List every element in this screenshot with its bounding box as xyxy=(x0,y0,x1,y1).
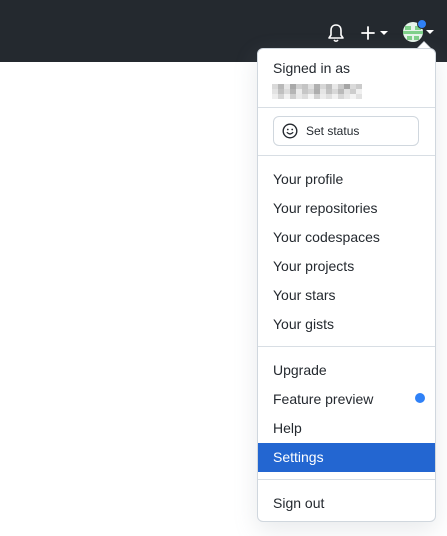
menu-item-your-profile[interactable]: Your profile xyxy=(258,165,435,194)
username-redacted xyxy=(272,82,364,100)
avatar xyxy=(403,19,427,42)
menu-item-help[interactable]: Help xyxy=(258,414,435,443)
chevron-down-icon xyxy=(380,31,388,35)
menu-divider xyxy=(258,479,435,480)
set-status-button[interactable]: Set status xyxy=(273,116,419,146)
create-new-button[interactable] xyxy=(360,24,390,42)
menu-item-your-gists[interactable]: Your gists xyxy=(258,310,435,339)
menu-item-your-repositories[interactable]: Your repositories xyxy=(258,194,435,223)
menu-item-your-projects[interactable]: Your projects xyxy=(258,252,435,281)
menu-item-your-stars[interactable]: Your stars xyxy=(258,281,435,310)
menu-item-settings[interactable]: Settings xyxy=(258,443,435,472)
menu-arrow-fill xyxy=(418,42,430,48)
menu-divider xyxy=(258,107,435,108)
plus-icon xyxy=(361,26,375,40)
feature-preview-dot xyxy=(415,393,425,403)
bell-icon[interactable] xyxy=(327,23,345,43)
menu-item-upgrade[interactable]: Upgrade xyxy=(258,356,435,385)
set-status-label: Set status xyxy=(306,124,360,138)
notification-dot xyxy=(417,19,427,29)
menu-divider xyxy=(258,155,435,156)
smiley-icon xyxy=(282,123,298,139)
menu-item-your-codespaces[interactable]: Your codespaces xyxy=(258,223,435,252)
menu-divider xyxy=(258,346,435,347)
user-menu-button[interactable] xyxy=(403,19,437,43)
chevron-down-icon xyxy=(426,30,434,34)
menu-item-sign-out[interactable]: Sign out xyxy=(258,489,435,518)
menu-item-feature-preview[interactable]: Feature preview xyxy=(258,385,435,414)
signed-in-label: Signed in as xyxy=(273,60,351,76)
